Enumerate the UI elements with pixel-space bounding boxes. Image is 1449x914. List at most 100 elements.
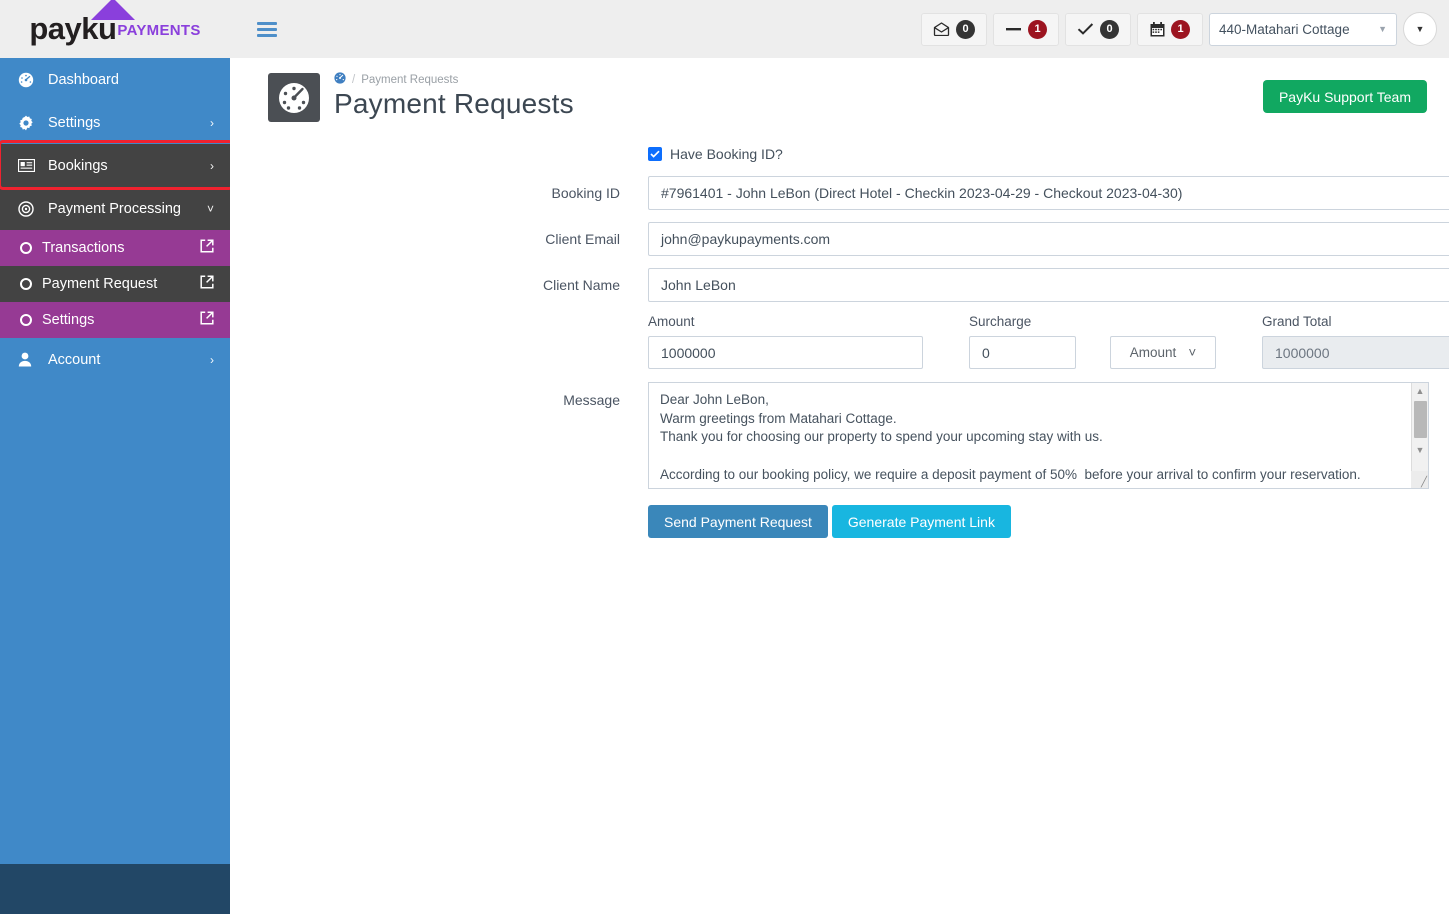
client-email-label: Client Email [545,231,620,247]
external-link-icon [200,275,214,293]
calendar-count: 1 [1171,19,1190,39]
booking-id-label: Booking ID [551,185,620,201]
client-name-input[interactable]: John LeBon [648,268,1449,302]
message-row: Message Dear John LeBon, Warm greetings … [230,382,1429,489]
chevron-down-icon: ▼ [1378,24,1387,34]
surcharge-unit-select[interactable]: Amount ˅ [1110,336,1216,369]
chevron-right-icon: › [210,115,214,130]
pending-chip[interactable]: 1 [993,12,1059,46]
top-bar-actions: 0 1 0 1 440-Matahari Cottage ▼ ▼ [921,12,1449,46]
chevron-right-icon: › [210,352,214,367]
message-textarea[interactable]: Dear John LeBon, Warm greetings from Mat… [648,382,1429,489]
sidebar-item-bookings[interactable]: Bookings › [0,144,230,187]
booking-id-value: #7961401 - John LeBon (Direct Hotel - Ch… [661,185,1183,201]
breadcrumb-current: Payment Requests [361,73,459,86]
send-payment-request-button[interactable]: Send Payment Request [648,505,828,538]
amounts-row: Amount 1000000 Surcharge 0 Amount ˅ Gran… [230,314,1449,369]
sidebar-label: Account [48,351,101,368]
sidebar-item-dashboard[interactable]: Dashboard [0,58,230,101]
message-value[interactable]: Dear John LeBon, Warm greetings from Mat… [649,383,1411,488]
support-team-button[interactable]: PayKu Support Team [1262,80,1427,113]
sidebar-label: Bookings [48,157,108,174]
page-title: Payment Requests [334,88,574,119]
sidebar-label: Dashboard [48,71,119,88]
user-menu-button[interactable]: ▼ [1403,12,1437,46]
client-email-row: Client Email john@paykupayments.com [230,222,1449,256]
grand-total-input: 1000000 [1262,336,1449,369]
scroll-up-icon[interactable]: ▲ [1416,386,1425,397]
client-email-value: john@paykupayments.com [661,231,831,247]
messages-chip[interactable]: 0 [921,12,987,46]
calendar-icon [1150,21,1165,37]
calendar-chip[interactable]: 1 [1137,12,1203,46]
chevron-right-icon: › [210,158,214,173]
brand-logo[interactable]: payku PAYMENTS [0,0,230,58]
sidebar-item-payment-request[interactable]: Payment Request [0,266,230,302]
surcharge-unit-value: Amount [1129,345,1177,360]
sidebar: Dashboard Settings › Bookings › Payment … [0,58,230,864]
breadcrumb: / Payment Requests [334,70,574,87]
sidebar-label: Transactions [42,240,125,256]
surcharge-field: Surcharge 0 [969,314,1076,369]
surcharge-input[interactable]: 0 [969,336,1076,369]
message-scrollbar[interactable]: ▲ ▼ ╱ [1411,383,1428,488]
approved-chip[interactable]: 0 [1065,12,1131,46]
client-name-value: John LeBon [661,277,736,293]
sidebar-label: Settings [48,114,101,131]
chevron-down-icon: ˅ [206,201,214,216]
property-select[interactable]: 440-Matahari Cottage ▼ [1209,12,1397,46]
sidebar-item-payment-processing[interactable]: Payment Processing ˅ [0,187,230,230]
have-booking-id-checkbox[interactable] [648,147,662,161]
scrollbar-thumb[interactable] [1413,401,1427,438]
message-label: Message [563,392,620,408]
amount-input[interactable]: 1000000 [648,336,923,369]
sidebar-item-transactions[interactable]: Transactions [0,230,230,266]
generate-payment-link-button[interactable]: Generate Payment Link [831,505,1011,538]
id-card-icon [18,159,40,172]
sidebar-item-settings[interactable]: Settings › [0,101,230,144]
main-content: / Payment Requests Payment Requests PayK… [230,58,1449,914]
breadcrumb-separator: / [352,73,356,86]
circle-icon [20,314,32,326]
grand-total-value: 1000000 [1275,344,1330,361]
property-select-value: 440-Matahari Cottage [1219,21,1350,37]
client-email-input[interactable]: john@paykupayments.com [648,222,1449,256]
top-bar: payku PAYMENTS 0 1 0 1 440-Matahari Cott… [0,0,1449,58]
dashboard-icon[interactable] [334,72,346,87]
grand-total-label: Grand Total [1262,314,1332,329]
client-name-row: Client Name John LeBon [230,268,1449,302]
brand-suffix: PAYMENTS [117,22,201,39]
booking-id-select[interactable]: #7961401 - John LeBon (Direct Hotel - Ch… [648,176,1449,210]
client-name-label: Client Name [542,277,620,293]
page-header: / Payment Requests Payment Requests PayK… [230,58,1449,122]
surcharge-unit-field: Amount ˅ [1110,314,1216,369]
caret-down-icon: ▼ [1415,24,1425,34]
have-booking-id-label: Have Booking ID? [670,146,783,162]
surcharge-label: Surcharge [969,314,1032,329]
sidebar-label: Payment Processing [48,200,181,217]
approved-count: 0 [1100,19,1119,39]
scroll-down-icon[interactable]: ▼ [1416,445,1425,456]
form-actions: Send Payment Request Generate Payment Li… [230,505,1429,538]
triangle-icon [91,0,136,20]
sidebar-item-payment-settings[interactable]: Settings [0,302,230,338]
pending-count: 1 [1028,19,1047,39]
surcharge-unit-spacer [1110,314,1216,329]
hamburger-icon[interactable] [257,21,277,37]
have-booking-id-row: Have Booking ID? [230,146,1429,162]
sidebar-label: Payment Request [42,276,158,292]
sidebar-item-account[interactable]: Account › [0,338,230,381]
check-icon [1077,22,1094,36]
external-link-icon [200,239,214,257]
envelope-open-icon [933,22,950,36]
resize-grip-icon[interactable]: ╱ [1411,471,1428,488]
grand-total-field: Grand Total 1000000 [1262,314,1449,369]
speedometer-tile-icon [268,73,320,122]
chevron-down-icon: ˅ [1188,345,1197,360]
amount-field: Amount 1000000 [648,314,923,369]
surcharge-value: 0 [982,344,990,361]
amount-label: Amount [648,314,695,329]
gear-icon [18,115,40,131]
sidebar-submenu: Transactions Payment Request Settings [0,230,230,338]
messages-count: 0 [956,19,975,39]
